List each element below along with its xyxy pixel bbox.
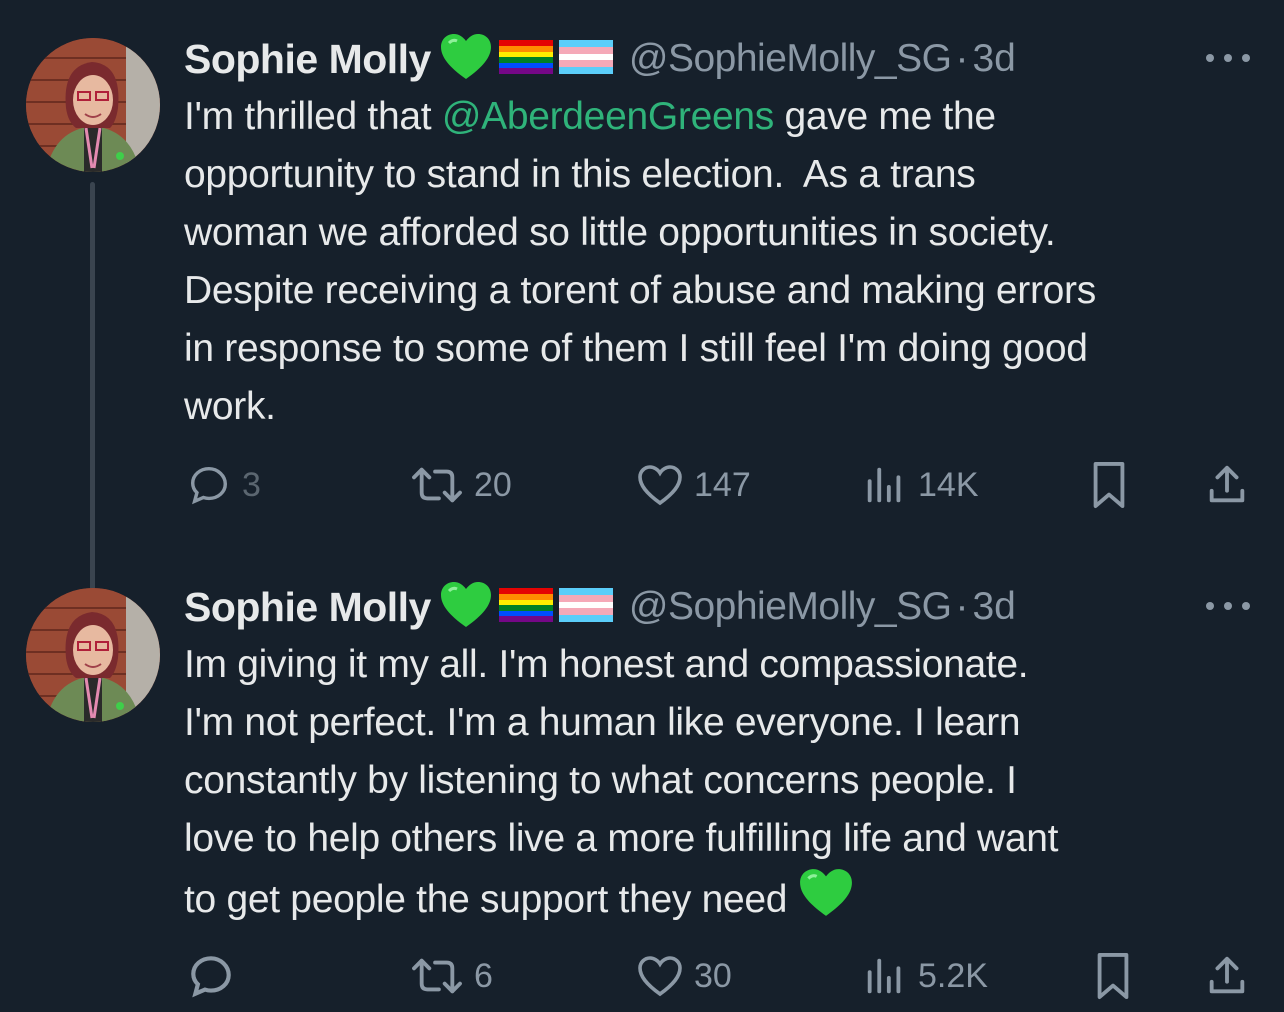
share-button[interactable] [1204,455,1250,515]
tweet-text: I'm thrilled that @AberdeenGreens gave m… [184,88,1269,436]
transgender-flag-icon [558,39,613,79]
tweet-header: Sophie Molly @SophieMolly_SG · 3d [184,33,1016,86]
green-heart-icon [439,33,493,86]
share-button[interactable] [1204,946,1250,1006]
retweet-icon [412,467,462,503]
more-options-icon[interactable] [1206,596,1250,616]
share-icon [1209,465,1245,503]
views-button[interactable]: 5.2K [862,946,988,1006]
retweet-button[interactable]: 6 [410,946,493,1006]
author-handle[interactable]: @SophieMolly_SG [629,37,952,81]
tweet[interactable]: Sophie Molly @SophieMolly_SG · 3d I'm th… [0,0,1284,602]
more-options-icon[interactable] [1206,48,1250,68]
separator: · [955,37,969,80]
like-count: 30 [694,956,732,995]
views-button[interactable]: 14K [862,455,979,515]
thread-line [90,182,95,602]
views-count: 14K [918,465,979,504]
retweet-count: 6 [474,956,493,995]
reply-count: 3 [242,465,261,504]
tweet-header: Sophie Molly @SophieMolly_SG · 3d [184,581,1016,634]
reply-icon [190,466,228,505]
retweet-button[interactable]: 20 [410,455,512,515]
retweet-count: 20 [474,465,512,504]
transgender-flag-icon [558,587,613,627]
author-name[interactable]: Sophie Molly [184,36,431,83]
like-button[interactable]: 30 [636,946,732,1006]
reply-button[interactable] [186,946,246,1006]
tweet-actions: 6 30 5.2K [0,946,1284,1006]
reply-icon [191,956,231,998]
green-heart-icon [439,581,493,634]
avatar[interactable] [26,38,160,172]
author-name[interactable]: Sophie Molly [184,584,431,631]
views-icon [867,467,901,503]
share-icon [1209,956,1245,994]
mention-link[interactable]: @AberdeenGreens [442,95,774,138]
rainbow-flag-icon [498,39,553,79]
tweet-actions: 3 20 147 14K [0,455,1284,515]
like-button[interactable]: 147 [636,455,751,515]
reply-button[interactable]: 3 [186,455,261,515]
bookmark-icon [1097,953,1129,999]
bookmark-button[interactable] [1090,946,1136,1006]
rainbow-flag-icon [498,587,553,627]
bookmark-button[interactable] [1086,455,1132,515]
timestamp[interactable]: 3d [972,585,1015,629]
retweet-icon [412,958,462,994]
bookmark-icon [1093,461,1125,508]
text-segment: gave me the opportunity to stand in this… [184,95,1096,428]
text-segment: I'm thrilled that [184,95,442,138]
green-heart-icon [798,868,854,935]
timestamp[interactable]: 3d [972,37,1015,81]
text-segment: Im giving it my all. I'm honest and comp… [184,643,1059,921]
tweet-text: Im giving it my all. I'm honest and comp… [184,636,1269,935]
avatar[interactable] [26,588,160,722]
views-count: 5.2K [918,956,988,995]
heart-icon [638,465,682,506]
author-handle[interactable]: @SophieMolly_SG [629,585,952,629]
views-icon [867,958,901,994]
like-count: 147 [694,465,751,504]
separator: · [955,585,969,628]
heart-icon [638,956,682,997]
tweet[interactable]: Sophie Molly @SophieMolly_SG · 3d Im giv… [0,570,1284,1012]
